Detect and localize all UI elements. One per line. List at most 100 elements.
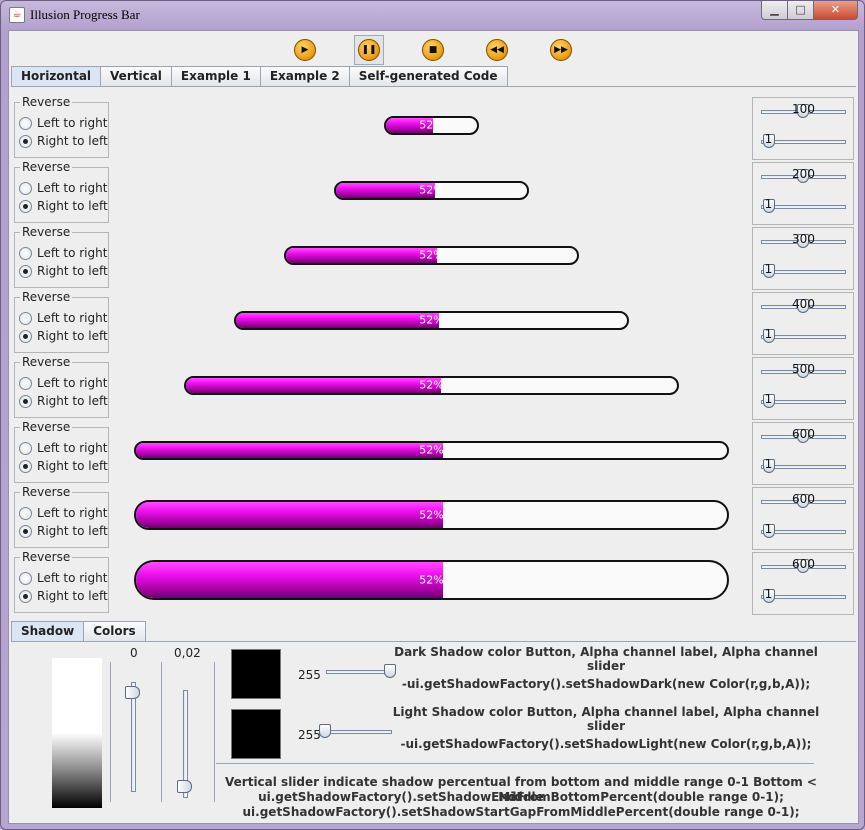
radio-button[interactable] — [19, 441, 32, 455]
dark-alpha-slider[interactable] — [326, 662, 396, 682]
fast-forward-button[interactable]: ▶▶ — [546, 35, 576, 65]
thickness-value: 1 — [764, 132, 773, 146]
thickness-slider[interactable]: 1 — [761, 262, 846, 282]
end-from-bottom-slider[interactable] — [124, 682, 144, 792]
thickness-slider[interactable]: 1 — [761, 132, 846, 152]
radio-button[interactable] — [19, 376, 32, 390]
width-slider[interactable]: 600 — [761, 557, 846, 577]
separator — [216, 763, 814, 764]
thickness-slider[interactable]: 1 — [761, 392, 846, 412]
progress-text: 52% — [419, 248, 444, 262]
tab-example-2[interactable]: Example 2 — [259, 66, 350, 86]
thickness-slider[interactable]: 1 — [761, 457, 846, 477]
left-to-right-option[interactable]: Left to right — [19, 245, 107, 261]
stop-button[interactable]: ■ — [418, 35, 448, 65]
bottom-tabs: Shadow Colors — [11, 621, 146, 642]
slider-track — [326, 670, 392, 674]
illusion-progress-bar: 52% — [284, 245, 579, 265]
width-slider[interactable]: 600 — [761, 427, 846, 447]
width-slider[interactable]: 600 — [761, 492, 846, 512]
window-title: Illusion Progress Bar — [30, 7, 140, 22]
start-gap-value: 0,02 — [174, 646, 201, 660]
width-value: 600 — [792, 492, 815, 506]
illusion-progress-bar: 52% — [184, 375, 679, 395]
width-slider[interactable]: 400 — [761, 297, 846, 317]
width-slider[interactable]: 200 — [761, 167, 846, 187]
radio-label: Right to left — [37, 199, 108, 213]
left-to-right-option[interactable]: Left to right — [19, 440, 107, 456]
slider-thumb[interactable] — [319, 724, 331, 738]
right-to-left-option[interactable]: Right to left — [19, 263, 108, 279]
play-button[interactable]: ▶ — [290, 35, 320, 65]
tab-shadow[interactable]: Shadow — [11, 621, 85, 642]
left-to-right-option[interactable]: Left to right — [19, 180, 107, 196]
radio-button[interactable] — [19, 459, 32, 473]
reverse-group: Reverse Left to right Right to left — [14, 355, 109, 418]
thickness-slider[interactable]: 1 — [761, 587, 846, 607]
width-slider[interactable]: 300 — [761, 232, 846, 252]
reverse-legend: Reverse — [20, 550, 73, 564]
radio-label: Right to left — [37, 459, 108, 473]
reverse-group: Reverse Left to right Right to left — [14, 225, 109, 288]
close-button[interactable]: ✕ — [814, 1, 858, 20]
left-to-right-option[interactable]: Left to right — [19, 570, 107, 586]
light-alpha-slider[interactable] — [319, 722, 392, 742]
right-to-left-option[interactable]: Right to left — [19, 133, 108, 149]
light-shadow-color-button[interactable] — [231, 709, 281, 759]
radio-button[interactable] — [19, 264, 32, 278]
tab-horizontal[interactable]: Horizontal — [11, 66, 102, 87]
radio-button[interactable] — [19, 394, 32, 408]
radio-button[interactable] — [19, 246, 32, 260]
start-gap-slider[interactable] — [176, 690, 196, 798]
thickness-slider[interactable]: 1 — [761, 327, 846, 347]
tab-example-1[interactable]: Example 1 — [170, 66, 261, 86]
left-to-right-option[interactable]: Left to right — [19, 375, 107, 391]
thickness-slider[interactable]: 1 — [761, 197, 846, 217]
right-to-left-option[interactable]: Right to left — [19, 198, 108, 214]
radio-button[interactable] — [19, 134, 32, 148]
radio-button[interactable] — [19, 589, 32, 603]
width-slider[interactable]: 500 — [761, 362, 846, 382]
tab-vertical[interactable]: Vertical — [100, 66, 172, 86]
right-to-left-option[interactable]: Right to left — [19, 393, 108, 409]
slider-thumb[interactable] — [125, 686, 140, 699]
thickness-slider[interactable]: 1 — [761, 522, 846, 542]
right-to-left-option[interactable]: Right to left — [19, 588, 108, 604]
minimize-button[interactable]: ▁ — [761, 1, 788, 20]
width-slider[interactable]: 100 — [761, 102, 846, 122]
slider-thumb[interactable] — [177, 780, 192, 793]
radio-button[interactable] — [19, 571, 32, 585]
radio-button[interactable] — [19, 199, 32, 213]
width-value: 500 — [792, 362, 815, 376]
right-to-left-option[interactable]: Right to left — [19, 523, 108, 539]
size-slider-panel: 600 1 — [752, 487, 854, 550]
stop-icon: ■ — [422, 39, 444, 61]
radio-button[interactable] — [19, 116, 32, 130]
maximize-button[interactable]: □ — [788, 1, 814, 20]
left-to-right-option[interactable]: Left to right — [19, 115, 107, 131]
width-value: 200 — [792, 167, 815, 181]
right-to-left-option[interactable]: Right to left — [19, 458, 108, 474]
radio-button[interactable] — [19, 506, 32, 520]
left-to-right-option[interactable]: Left to right — [19, 310, 107, 326]
rewind-button[interactable]: ◀◀ — [482, 35, 512, 65]
left-to-right-option[interactable]: Left to right — [19, 505, 107, 521]
radio-label: Left to right — [37, 571, 108, 585]
radio-label: Right to left — [37, 264, 108, 278]
radio-button[interactable] — [19, 181, 32, 195]
progress-text: 52% — [419, 573, 444, 587]
radio-button[interactable] — [19, 329, 32, 343]
size-slider-panel: 200 1 — [752, 162, 854, 225]
illusion-progress-bar: 52% — [134, 560, 729, 600]
reverse-group: Reverse Left to right Right to left — [14, 290, 109, 353]
title-bar[interactable]: ☕ Illusion Progress Bar ▁ □ ✕ — [1, 1, 864, 29]
tab-self-generated-code[interactable]: Self-generated Code — [348, 66, 508, 86]
pause-button[interactable]: ❚❚ — [354, 35, 384, 65]
reverse-group: Reverse Left to right Right to left — [14, 160, 109, 223]
radio-button[interactable] — [19, 524, 32, 538]
width-value: 600 — [792, 427, 815, 441]
dark-shadow-color-button[interactable] — [231, 649, 281, 699]
tab-colors[interactable]: Colors — [83, 621, 146, 641]
right-to-left-option[interactable]: Right to left — [19, 328, 108, 344]
radio-button[interactable] — [19, 311, 32, 325]
